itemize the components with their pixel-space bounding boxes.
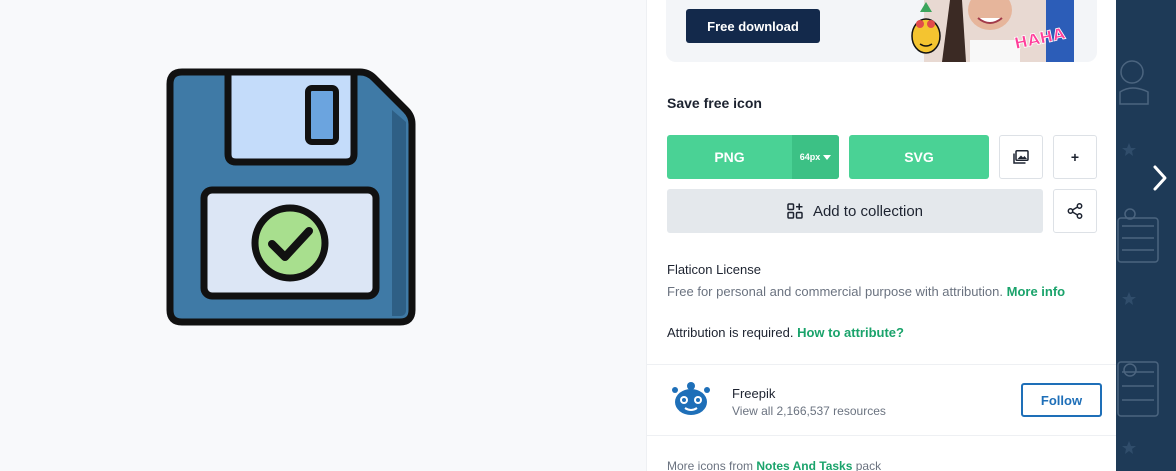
license-title: Flaticon License bbox=[667, 262, 761, 277]
more-icons-prefix: More icons from bbox=[667, 459, 754, 471]
edit-image-button[interactable] bbox=[999, 135, 1043, 179]
png-size-value: 64px bbox=[799, 152, 821, 162]
author-name[interactable]: Freepik bbox=[732, 386, 775, 401]
more-info-link[interactable]: More info bbox=[1007, 284, 1066, 299]
more-options-button[interactable]: + bbox=[1053, 135, 1097, 179]
share-icon bbox=[1067, 203, 1083, 219]
how-to-attribute-link[interactable]: How to attribute? bbox=[797, 325, 904, 340]
next-icon-button[interactable] bbox=[1143, 160, 1176, 196]
png-size-dropdown[interactable]: 64px bbox=[792, 135, 839, 179]
add-to-collection-label: Add to collection bbox=[812, 202, 924, 220]
icon-preview-area bbox=[0, 0, 646, 471]
floppy-disk-check-icon bbox=[166, 68, 416, 326]
chevron-right-icon bbox=[1153, 165, 1167, 191]
add-to-collection-button[interactable]: Add to collection bbox=[667, 189, 1043, 233]
svg-download-button[interactable]: SVG bbox=[849, 135, 989, 179]
attribution-text: Attribution is required. bbox=[667, 325, 794, 340]
more-icons-from-pack: More icons from Notes And Tasks pack bbox=[667, 459, 881, 471]
png-label: PNG bbox=[714, 149, 745, 165]
follow-button[interactable]: Follow bbox=[1021, 383, 1102, 417]
chevron-down-icon bbox=[823, 154, 832, 160]
image-gallery-icon bbox=[1013, 150, 1029, 164]
free-download-button[interactable]: Free download bbox=[686, 9, 820, 43]
attribution-note: Attribution is required. How to attribut… bbox=[667, 325, 904, 340]
license-description: Free for personal and commercial purpose… bbox=[667, 284, 1065, 299]
promo-banner: Free download HAHA bbox=[666, 0, 1097, 62]
save-title: Save free icon bbox=[667, 95, 762, 111]
author-resources-link[interactable]: View all 2,166,537 resources bbox=[732, 404, 886, 418]
related-icons-strip bbox=[1116, 0, 1176, 471]
png-download-button[interactable]: PNG 64px bbox=[667, 135, 839, 179]
divider bbox=[647, 364, 1117, 365]
download-panel: Free download HAHA Save free icon PNG 64… bbox=[646, 0, 1117, 471]
collection-add-icon bbox=[787, 203, 803, 219]
share-button[interactable] bbox=[1053, 189, 1097, 233]
related-icons-thumbnails bbox=[1117, 60, 1159, 454]
freepik-avatar[interactable] bbox=[671, 380, 711, 418]
divider bbox=[647, 435, 1117, 436]
more-icons-suffix: pack bbox=[855, 459, 882, 471]
pack-link[interactable]: Notes And Tasks bbox=[756, 459, 852, 471]
license-text: Free for personal and commercial purpose… bbox=[667, 284, 1003, 299]
promo-image: HAHA bbox=[898, 0, 1074, 62]
